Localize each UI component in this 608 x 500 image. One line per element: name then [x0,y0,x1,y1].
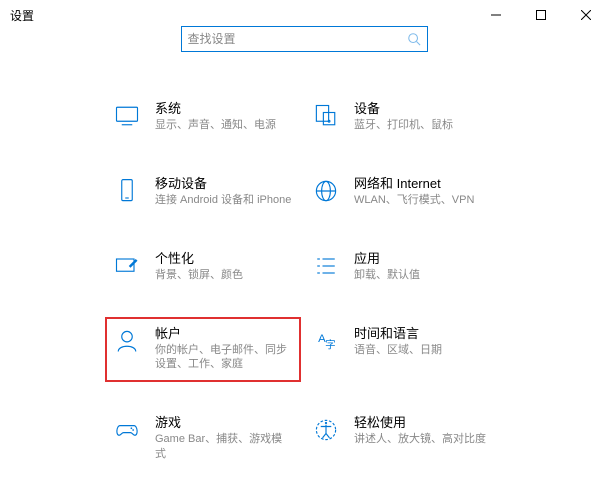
svg-text:字: 字 [325,338,336,351]
gaming-icon [113,416,141,444]
phone-icon [113,177,141,205]
item-desc: 语音、区域、日期 [354,343,492,358]
item-texts: 时间和语言 语音、区域、日期 [354,323,492,358]
item-texts: 网络和 Internet WLAN、飞行模式、VPN [354,173,492,208]
settings-grid: 系统 显示、声音、通知、电源 设备 蓝牙、打印机、鼠标 移动设备 连接 Andr… [0,92,608,472]
close-button[interactable] [563,0,608,30]
minimize-button[interactable] [473,0,518,30]
item-desc: 连接 Android 设备和 iPhone [155,193,293,208]
item-desc: 背景、锁屏、颜色 [155,268,293,283]
item-phone[interactable]: 移动设备 连接 Android 设备和 iPhone [105,167,301,218]
item-apps[interactable]: 应用 卸载、默认值 [304,242,500,293]
item-desc: 卸载、默认值 [354,268,492,283]
search-input[interactable] [188,32,407,46]
item-texts: 系统 显示、声音、通知、电源 [155,98,293,133]
window-title: 设置 [10,7,34,24]
item-texts: 帐户 你的帐户、电子邮件、同步设置、工作、家庭 [155,323,293,373]
item-label: 帐户 [155,323,293,342]
item-label: 时间和语言 [354,323,492,342]
item-network[interactable]: 网络和 Internet WLAN、飞行模式、VPN [304,167,500,218]
item-label: 移动设备 [155,173,293,192]
item-texts: 设备 蓝牙、打印机、鼠标 [354,98,492,133]
item-desc: 讲述人、放大镜、高对比度 [354,432,492,447]
time-language-icon: A字 [312,327,340,355]
devices-icon [312,102,340,130]
item-texts: 游戏 Game Bar、捕获、游戏模式 [155,412,293,462]
search-box[interactable] [181,26,428,52]
window-controls [473,0,608,30]
item-texts: 移动设备 连接 Android 设备和 iPhone [155,173,293,208]
item-label: 系统 [155,98,293,117]
item-label: 游戏 [155,412,293,431]
maximize-button[interactable] [518,0,563,30]
item-label: 设备 [354,98,492,117]
apps-icon [312,252,340,280]
globe-icon [312,177,340,205]
item-desc: 蓝牙、打印机、鼠标 [354,118,492,133]
item-system[interactable]: 系统 显示、声音、通知、电源 [105,92,301,143]
item-accounts[interactable]: 帐户 你的帐户、电子邮件、同步设置、工作、家庭 [105,317,301,383]
item-label: 个性化 [155,248,293,267]
item-personalization[interactable]: 个性化 背景、锁屏、颜色 [105,242,301,293]
item-desc: WLAN、飞行模式、VPN [354,193,492,208]
item-time-language[interactable]: A字 时间和语言 语音、区域、日期 [304,317,500,383]
item-texts: 个性化 背景、锁屏、颜色 [155,248,293,283]
item-label: 网络和 Internet [354,173,492,192]
item-texts: 轻松使用 讲述人、放大镜、高对比度 [354,412,492,447]
item-desc: Game Bar、捕获、游戏模式 [155,432,293,462]
search-icon [407,32,421,46]
item-gaming[interactable]: 游戏 Game Bar、捕获、游戏模式 [105,406,301,472]
item-desc: 你的帐户、电子邮件、同步设置、工作、家庭 [155,343,293,373]
item-desc: 显示、声音、通知、电源 [155,118,293,133]
personalization-icon [113,252,141,280]
item-devices[interactable]: 设备 蓝牙、打印机、鼠标 [304,92,500,143]
user-icon [113,327,141,355]
item-label: 应用 [354,248,492,267]
system-icon [113,102,141,130]
ease-of-access-icon [312,416,340,444]
item-label: 轻松使用 [354,412,492,431]
item-ease-of-access[interactable]: 轻松使用 讲述人、放大镜、高对比度 [304,406,500,472]
item-texts: 应用 卸载、默认值 [354,248,492,283]
